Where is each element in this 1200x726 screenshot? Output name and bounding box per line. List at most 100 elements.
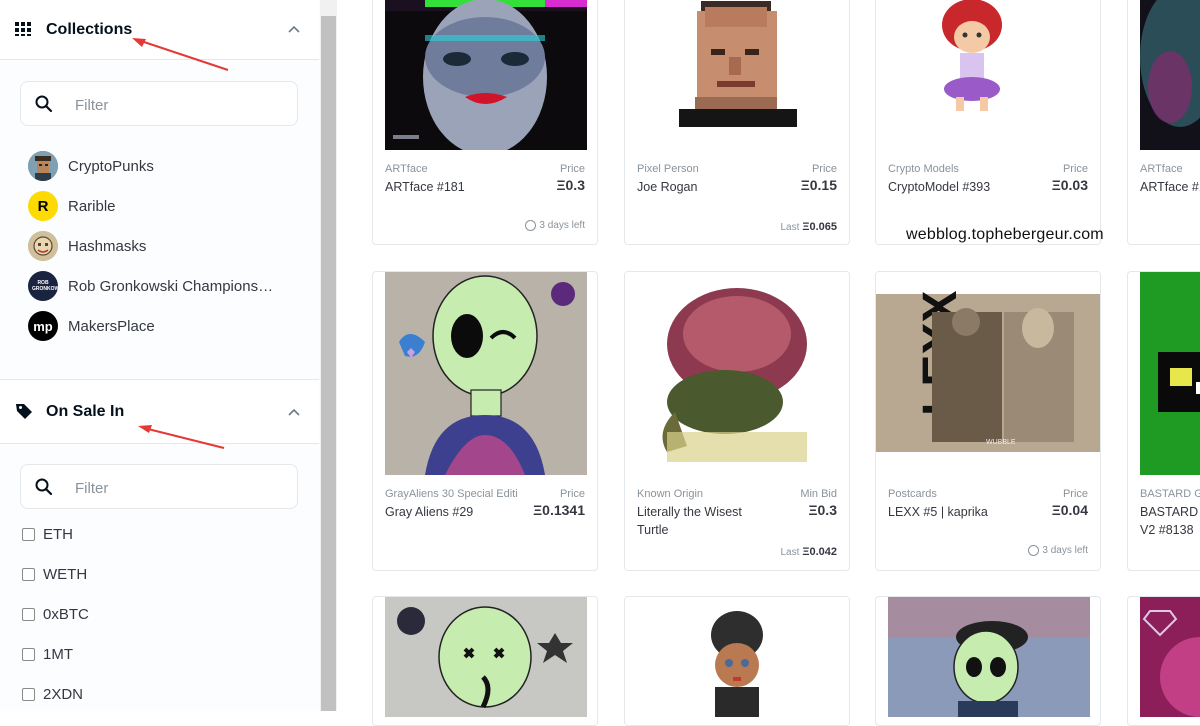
collections-filter-input[interactable] [73, 92, 277, 118]
card-footer: 3 days left [525, 220, 585, 231]
asset-card[interactable] [875, 596, 1101, 726]
asset-image [1140, 0, 1200, 150]
asset-card[interactable] [1127, 596, 1200, 726]
card-last-label: Last [780, 221, 800, 233]
hashmasks-avatar [28, 231, 58, 261]
tag-icon [16, 404, 32, 419]
card-price: Ξ0.03 [1051, 177, 1088, 193]
card-footer: Last Ξ0.065 [780, 221, 837, 233]
currency-option-2xdn[interactable]: 2XDN [22, 683, 83, 705]
asset-card[interactable]: ARTface ARTface #1 [1127, 0, 1200, 245]
asset-image [1140, 597, 1200, 717]
currency-option-weth[interactable]: WETH [22, 563, 87, 585]
asset-image [385, 272, 587, 475]
card-price: Ξ0.04 [1051, 502, 1088, 518]
cryptopunks-avatar [28, 151, 58, 181]
card-asset-name: BASTARD G V2 #8138 [1140, 505, 1200, 537]
asset-card[interactable] [624, 596, 850, 726]
annotation-arrow [132, 38, 229, 71]
checkbox[interactable] [22, 687, 35, 701]
asset-image: LEXX WUBBLE [876, 272, 1100, 475]
chevron-up-icon[interactable] [287, 405, 301, 419]
currency-label: 1MT [43, 645, 73, 663]
annotation-arrow [138, 425, 225, 449]
rob-gronkowski-avatar: ROB GRONKOWSKI [28, 271, 58, 301]
asset-card[interactable] [372, 596, 598, 726]
asset-card[interactable]: ARTface ARTface #181 Price Ξ0.3 3 days l… [372, 0, 598, 245]
collections-filter[interactable] [20, 81, 298, 126]
rarible-logo-text: R [37, 197, 49, 215]
card-asset-name: Literally the Wisest Turtle [637, 505, 742, 537]
card-price-label: Price [559, 488, 585, 500]
card-collection-name: ARTface [1140, 163, 1183, 175]
currency-label: WETH [43, 565, 88, 583]
collection-item-hashmasks[interactable]: Hashmasks [28, 230, 288, 262]
card-asset-name: LEXX #5 | kaprika [888, 505, 988, 519]
currency-option-0xbtc[interactable]: 0xBTC [22, 603, 89, 625]
card-price: Ξ0.1341 [533, 502, 585, 518]
clock-icon [525, 220, 537, 231]
card-price: Ξ0.3 [556, 177, 585, 193]
asset-image [385, 597, 587, 717]
chevron-up-icon[interactable] [287, 22, 301, 36]
card-collection-name: Known Origin [637, 488, 704, 500]
collection-item-label: Hashmasks [68, 237, 147, 255]
makersplace-logo-text: mp [33, 318, 53, 334]
card-collection-name: Crypto Models [888, 163, 959, 175]
card-price-label: Price [1062, 163, 1088, 175]
makersplace-avatar: mp [28, 311, 58, 341]
asset-card[interactable]: Known Origin Literally the Wisest Turtle… [624, 271, 850, 571]
card-asset-name: Gray Aliens #29 [385, 505, 474, 519]
collection-item-rarible[interactable]: R Rarible [28, 190, 288, 222]
collection-item-cryptopunks[interactable]: CryptoPunks [28, 150, 288, 182]
sidebar-scrollbar[interactable] [320, 0, 337, 711]
clock-icon [1028, 545, 1040, 556]
grid-icon [15, 22, 31, 36]
checkbox[interactable] [22, 567, 35, 581]
asset-card[interactable]: Pixel Person Joe Rogan Price Ξ0.15 Last … [624, 0, 850, 245]
currency-label: 0xBTC [43, 605, 89, 623]
currency-label: 2XDN [43, 685, 84, 703]
asset-image [876, 0, 1100, 150]
asset-card[interactable]: Crypto Models CryptoModel #393 Price Ξ0.… [875, 0, 1101, 245]
collection-item-label: MakersPlace [68, 317, 155, 335]
currency-option-1mt[interactable]: 1MT [22, 643, 73, 665]
collection-item-rob-gronkowski[interactable]: ROB GRONKOWSKI Rob Gronkowski Championsh… [28, 270, 288, 302]
checkbox[interactable] [22, 527, 35, 541]
collection-item-label: Rob Gronkowski Championship Series [68, 277, 278, 295]
rob-gronkowski-logo-text: ROB GRONKOWSKI [32, 280, 58, 292]
scrollbar-thumb[interactable] [321, 16, 336, 711]
card-collection-name: GrayAliens 30 Special Editi [385, 488, 518, 500]
card-price-label: Price [1062, 488, 1088, 500]
on-sale-filter[interactable] [20, 464, 298, 509]
asset-image [1140, 272, 1200, 475]
card-last-price: Ξ0.065 [802, 221, 837, 233]
collection-item-makersplace[interactable]: mp MakersPlace [28, 310, 288, 342]
asset-card[interactable]: GrayAliens 30 Special Editi Gray Aliens … [372, 271, 598, 571]
asset-card[interactable]: LEXX WUBBLE Postcards LEXX #5 | kaprika … [875, 271, 1101, 571]
watermark-text: webblog.tophebergeur.com [906, 226, 1104, 243]
card-last-label: Last [780, 546, 800, 558]
card-footer: 3 days left [1028, 545, 1088, 556]
asset-image [625, 597, 849, 717]
card-last-price: Ξ0.042 [802, 546, 837, 558]
card-asset-name: ARTface #181 [385, 180, 465, 194]
card-collection-name: Postcards [888, 488, 937, 500]
asset-card[interactable]: BASTARD G BASTARD G V2 #8138 [1127, 271, 1200, 571]
checkbox[interactable] [22, 607, 35, 621]
card-asset-name: Joe Rogan [637, 180, 698, 194]
currency-option-eth[interactable]: ETH [22, 523, 73, 545]
card-time-left: 3 days left [539, 220, 585, 231]
on-sale-filter-input[interactable] [73, 475, 277, 501]
asset-image [888, 597, 1090, 717]
search-icon [35, 478, 53, 496]
rarible-avatar: R [28, 191, 58, 221]
checkbox[interactable] [22, 647, 35, 661]
card-price-label: Price [811, 163, 837, 175]
card-time-left: 3 days left [1042, 545, 1088, 556]
asset-image [625, 0, 849, 150]
card-asset-name: ARTface #1 [1140, 180, 1200, 194]
wubble-art-text: WUBBLE [986, 439, 1016, 446]
currency-label: ETH [43, 525, 73, 543]
on-sale-title: On Sale In [46, 402, 125, 420]
